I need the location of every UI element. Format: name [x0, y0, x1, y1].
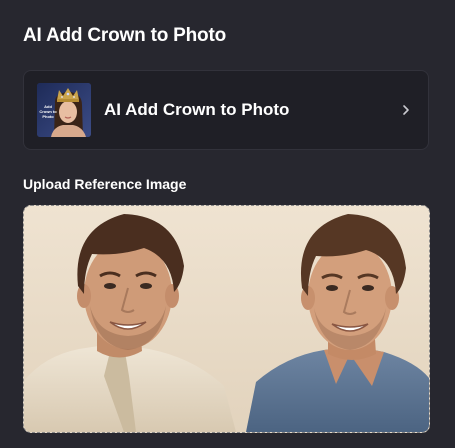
reference-image — [24, 206, 429, 432]
thumbnail-caption: Add Crown to Photo — [39, 104, 57, 119]
template-card-label: AI Add Crown to Photo — [104, 100, 290, 119]
chevron-right-icon — [403, 105, 409, 115]
panel-title: AI Add Crown to Photo — [23, 25, 227, 46]
upload-section-label: Upload Reference Image — [23, 176, 187, 192]
upload-dropzone[interactable] — [23, 205, 430, 433]
template-card[interactable]: Add Crown to Photo AI Add Crown to Photo — [23, 70, 429, 150]
template-thumbnail: Add Crown to Photo — [37, 83, 91, 137]
